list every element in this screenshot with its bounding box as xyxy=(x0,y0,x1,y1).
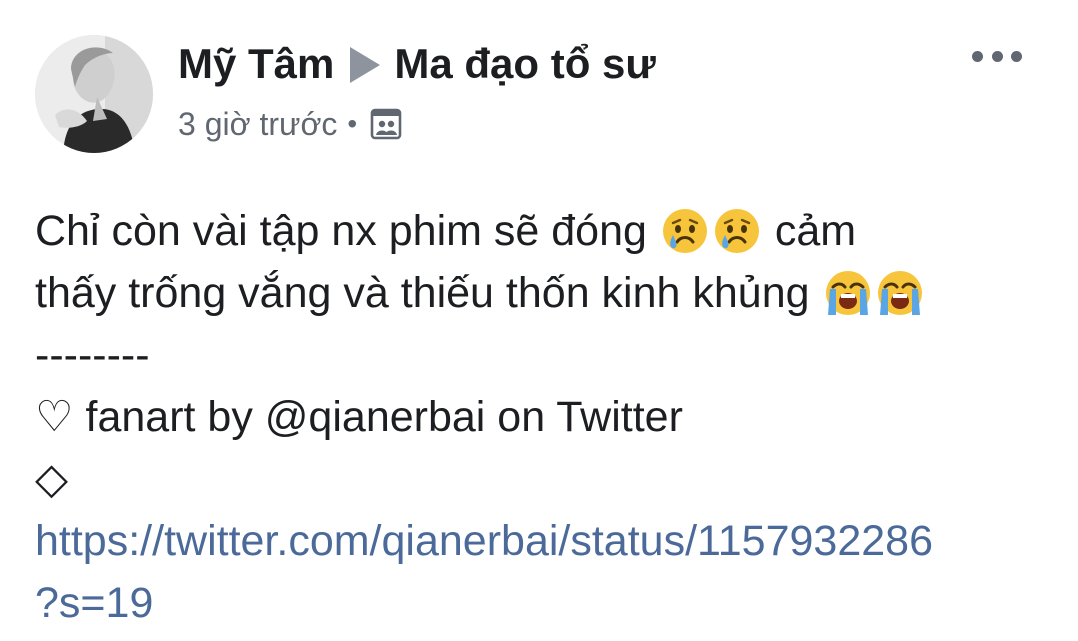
post-meta: 3 giờ trước • xyxy=(178,102,403,146)
loudly-crying-emoji xyxy=(876,269,924,317)
group-name[interactable]: Ma đạo tổ sư xyxy=(394,40,655,88)
author-avatar[interactable] xyxy=(35,35,153,153)
post-timestamp[interactable]: 3 giờ trước xyxy=(178,106,337,143)
triangle-right-icon xyxy=(350,47,381,83)
sad-tear-emoji xyxy=(661,207,709,255)
author-name[interactable]: Mỹ Tâm xyxy=(178,40,334,88)
post-text-line: thấy trống vắng và thiếu thốn kinh khủng xyxy=(35,262,1078,324)
avatar-image xyxy=(35,35,153,153)
meta-separator: • xyxy=(347,108,358,139)
source-link[interactable]: https://twitter.com/qianerbai/status/115… xyxy=(35,517,933,565)
sad-tear-emoji xyxy=(713,207,761,255)
credit-text: fanart by @qianerbai on Twitter xyxy=(85,393,683,441)
more-horizontal-icon-dot xyxy=(972,50,983,62)
diamond-icon: ◇ xyxy=(35,454,69,504)
photo-album-icon xyxy=(370,108,402,140)
credit-line: ♡ fanart by @qianerbai on Twitter xyxy=(35,386,1078,448)
source-link-continuation[interactable]: ?s=19 xyxy=(35,579,153,627)
more-horizontal-icon-dot xyxy=(991,50,1003,62)
heart-icon: ♡ xyxy=(35,392,74,442)
post-text: cảm xyxy=(774,207,857,255)
more-options-button[interactable] xyxy=(972,44,1022,68)
post-body: Chỉ còn vài tập nx phim sẽ đóng cảm thấy… xyxy=(35,200,1078,634)
divider-line: -------- xyxy=(35,331,150,379)
loudly-crying-emoji xyxy=(824,269,872,317)
post-header-title: Mỹ Tâm Ma đạo tổ sư xyxy=(178,36,656,92)
post-card: Mỹ Tâm Ma đạo tổ sư 3 giờ trước • Chỉ cò… xyxy=(0,0,1078,641)
post-text: thấy trống vắng và thiếu thốn kinh khủng xyxy=(35,269,810,317)
more-horizontal-icon-dot xyxy=(1011,50,1022,62)
diamond-line: ◇ xyxy=(35,448,1078,510)
source-link-line: ?s=19 xyxy=(35,572,1078,634)
post-text-line: Chỉ còn vài tập nx phim sẽ đóng cảm xyxy=(35,200,1078,262)
post-text: Chỉ còn vài tập nx phim sẽ đóng xyxy=(35,207,647,255)
source-link-line: https://twitter.com/qianerbai/status/115… xyxy=(35,510,1078,572)
